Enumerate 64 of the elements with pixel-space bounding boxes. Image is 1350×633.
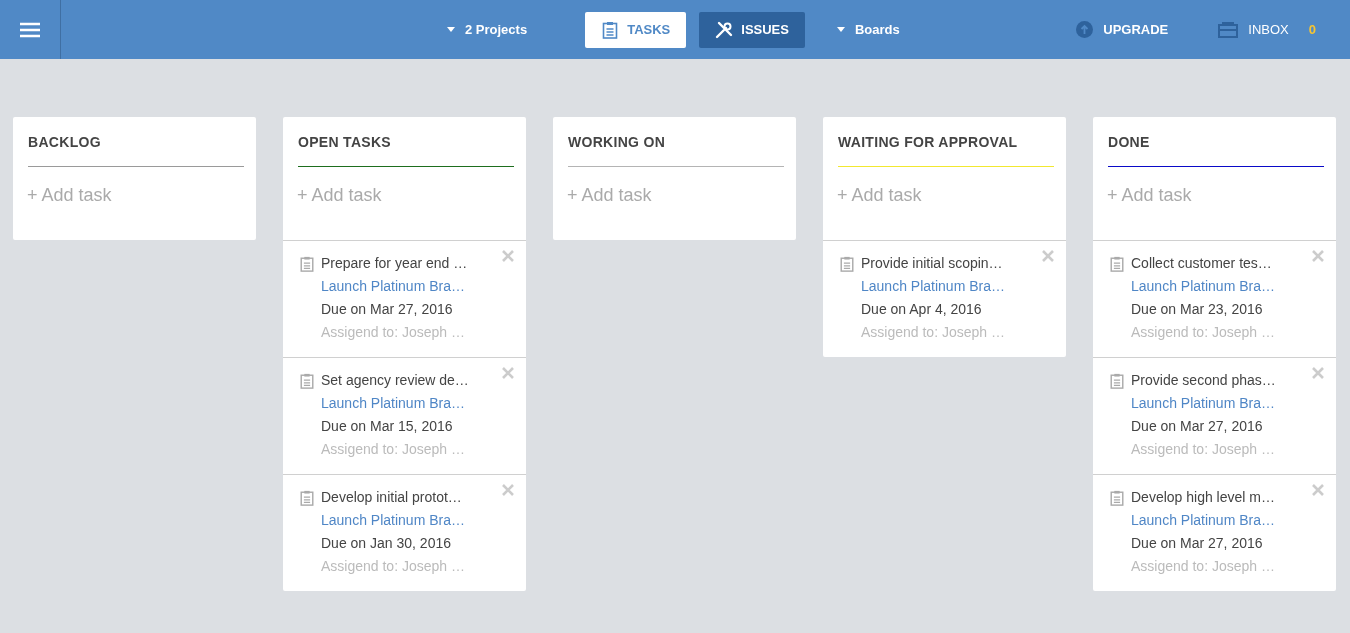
column-title: DONE	[1108, 117, 1324, 167]
project-link[interactable]: Launch Platinum Bra…	[321, 395, 469, 411]
task-title[interactable]: Provide second phas…	[1131, 372, 1276, 388]
close-icon[interactable]	[1312, 484, 1324, 496]
assignee: Assigend to: Joseph …	[1131, 441, 1276, 457]
column-title: WORKING ON	[568, 117, 784, 167]
close-icon[interactable]	[502, 367, 514, 379]
add-task-link[interactable]: + Add task	[297, 185, 512, 206]
assignee: Assigend to: Joseph …	[321, 441, 466, 457]
due-date: Due on Mar 27, 2016	[1131, 535, 1264, 551]
inbox-link[interactable]: INBOX 0	[1218, 21, 1316, 38]
close-icon[interactable]	[502, 484, 514, 496]
task-title[interactable]: Provide initial scopin…	[861, 255, 1005, 271]
project-link[interactable]: Launch Platinum Bra…	[321, 512, 465, 528]
clipboard-icon	[839, 256, 855, 272]
assignee: Assigend to: Joseph …	[321, 558, 465, 574]
column-title: WAITING FOR APPROVAL	[838, 117, 1054, 167]
project-link[interactable]: Launch Platinum Bra…	[1131, 395, 1276, 411]
due-date: Due on Mar 27, 2016	[321, 301, 454, 317]
task-title[interactable]: Develop high level m…	[1131, 489, 1275, 505]
assignee: Assigend to: Joseph …	[861, 324, 1005, 340]
project-link[interactable]: Launch Platinum Bra…	[1131, 278, 1275, 294]
tab[interactable]: TASKS	[585, 11, 687, 48]
add-task-link[interactable]: + Add task	[567, 185, 782, 206]
task-title[interactable]: Develop initial protot…	[321, 489, 465, 505]
add-task-link[interactable]: + Add task	[837, 185, 1052, 206]
menu-icon[interactable]	[20, 21, 40, 38]
clipboard-icon	[1109, 373, 1125, 389]
close-icon[interactable]	[502, 250, 514, 262]
assignee: Assigend to: Joseph …	[1131, 558, 1275, 574]
upgrade-link[interactable]: UPGRADE	[1076, 21, 1169, 38]
task-title[interactable]: Collect customer tes…	[1131, 255, 1275, 271]
clipboard-icon	[299, 256, 315, 272]
tab[interactable]: ISSUES	[699, 11, 805, 48]
task-title[interactable]: Set agency review de…	[321, 372, 469, 388]
close-icon[interactable]	[1312, 367, 1324, 379]
add-task-link[interactable]: + Add task	[27, 185, 242, 206]
boards-dropdown[interactable]: Boards	[830, 21, 906, 38]
due-date: Due on Mar 27, 2016	[1131, 418, 1264, 434]
assignee: Assigend to: Joseph …	[1131, 324, 1275, 340]
due-date: Due on Mar 23, 2016	[1131, 301, 1264, 317]
inbox-count: 0	[1308, 22, 1316, 37]
column-title: BACKLOG	[28, 117, 244, 167]
column-title: OPEN TASKS	[298, 117, 514, 167]
clipboard-icon	[601, 20, 620, 39]
project-link[interactable]: Launch Platinum Bra…	[1131, 512, 1275, 528]
inbox-icon	[1218, 21, 1239, 38]
project-link[interactable]: Launch Platinum Bra…	[861, 278, 1005, 294]
clipboard-icon	[1109, 490, 1125, 506]
due-date: Due on Apr 4, 2016	[861, 301, 983, 317]
assignee: Assigend to: Joseph …	[321, 324, 466, 340]
due-date: Due on Jan 30, 2016	[321, 535, 452, 551]
clipboard-icon	[1109, 256, 1125, 272]
due-date: Due on Mar 15, 2016	[321, 418, 454, 434]
close-icon[interactable]	[1042, 250, 1054, 262]
upgrade-icon	[1076, 21, 1094, 38]
task-title[interactable]: Prepare for year end …	[321, 255, 468, 271]
project-link[interactable]: Launch Platinum Bra…	[321, 278, 468, 294]
projects-dropdown[interactable]: 2 Projects	[441, 21, 534, 38]
tools-icon	[715, 20, 734, 39]
clipboard-icon	[299, 490, 315, 506]
close-icon[interactable]	[1312, 250, 1324, 262]
clipboard-icon	[299, 373, 315, 389]
add-task-link[interactable]: + Add task	[1107, 185, 1322, 206]
